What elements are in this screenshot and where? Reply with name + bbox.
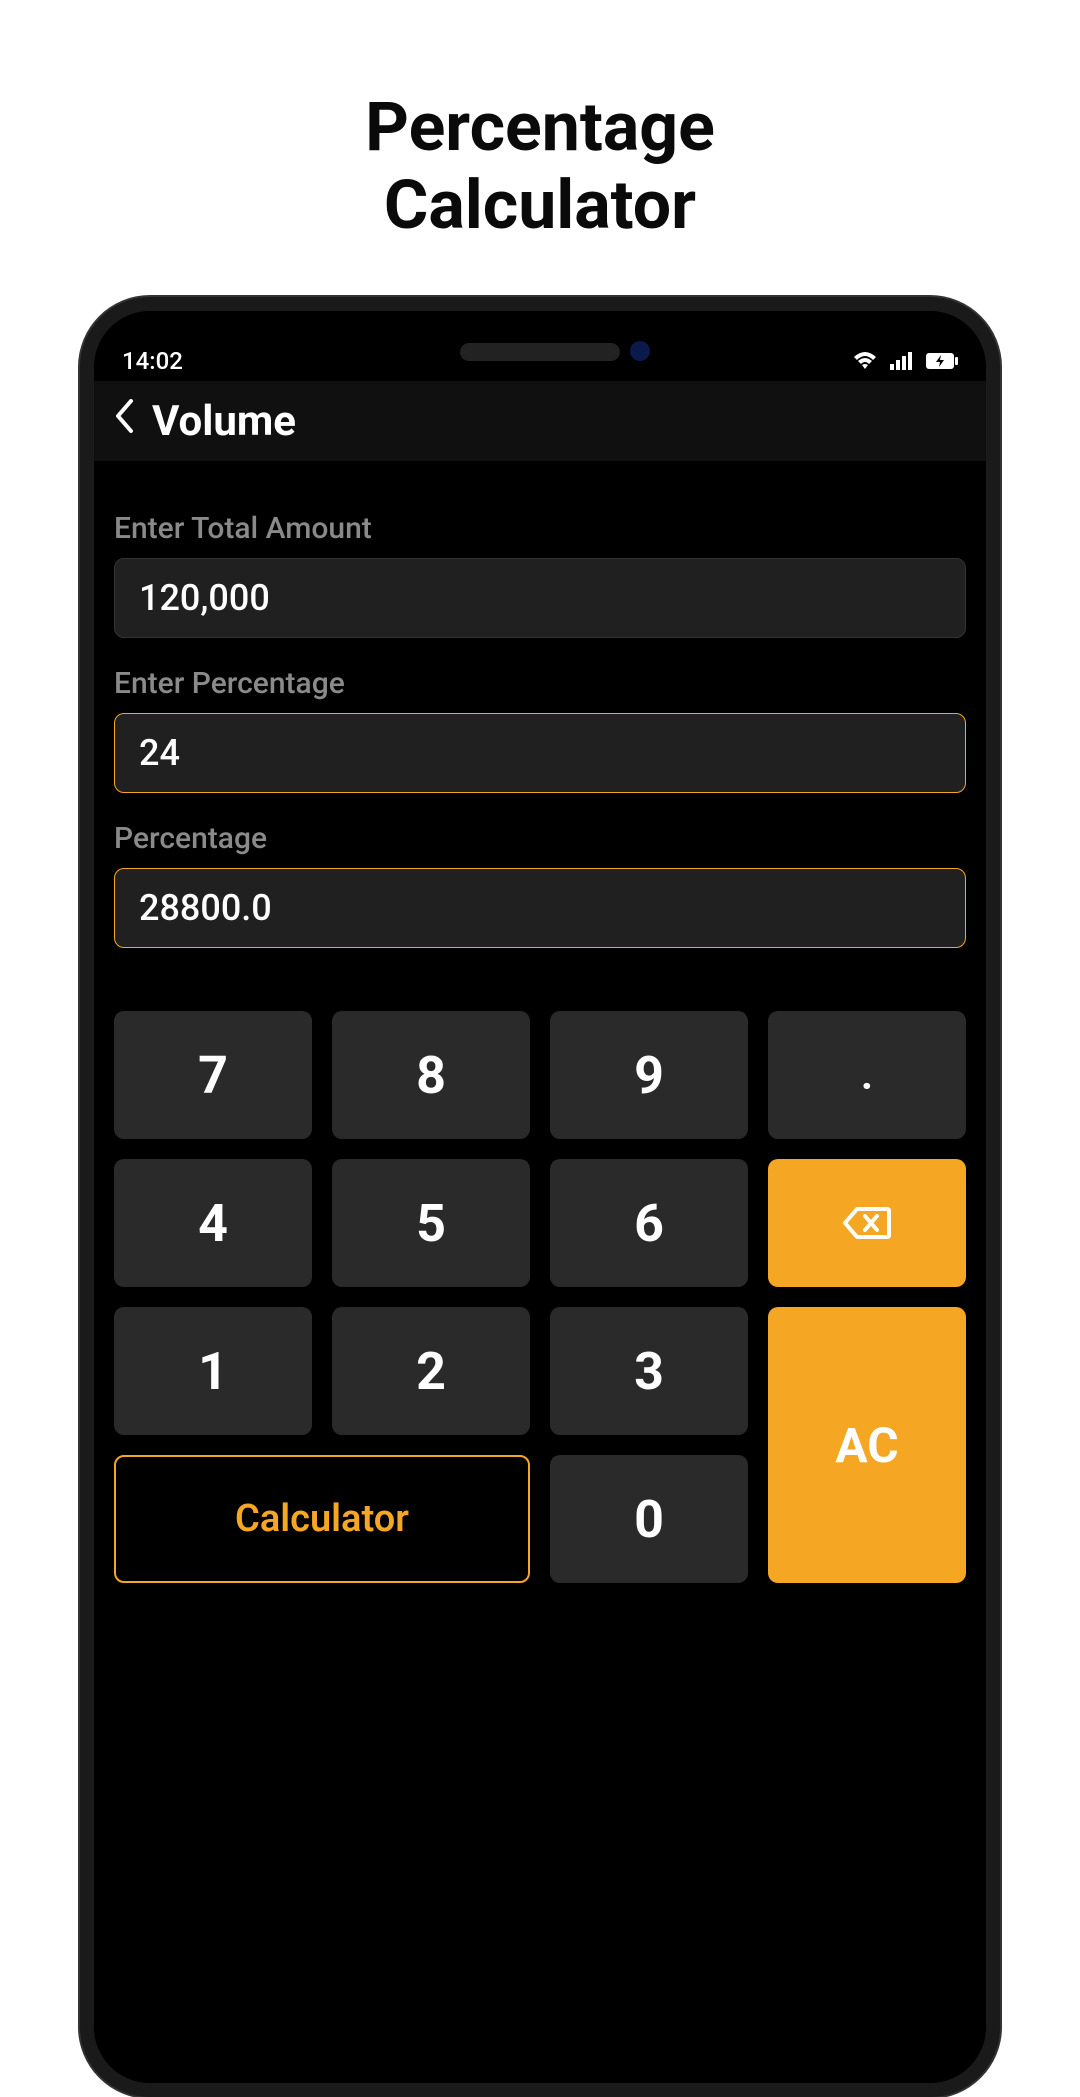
key-ac[interactable]: AC xyxy=(768,1307,966,1583)
status-icons xyxy=(852,351,958,371)
total-amount-label: Enter Total Amount xyxy=(114,511,966,546)
back-icon[interactable] xyxy=(114,399,134,443)
phone-screen: 14:02 Volume Enter Total Amount 120, xyxy=(94,311,986,2083)
key-calculator[interactable]: Calculator xyxy=(114,1455,530,1583)
key-9[interactable]: 9 xyxy=(550,1011,748,1139)
battery-icon xyxy=(926,353,958,369)
wifi-icon xyxy=(852,351,878,371)
page-title-line2: Calculator xyxy=(0,166,1080,244)
key-6[interactable]: 6 xyxy=(550,1159,748,1287)
key-2[interactable]: 2 xyxy=(332,1307,530,1435)
result-output: 28800.0 xyxy=(114,868,966,948)
header-title: Volume xyxy=(152,397,296,446)
key-4[interactable]: 4 xyxy=(114,1159,312,1287)
result-label: Percentage xyxy=(114,821,966,856)
status-bar: 14:02 xyxy=(94,341,986,381)
key-5[interactable]: 5 xyxy=(332,1159,530,1287)
page-title: Percentage Calculator xyxy=(0,88,1080,244)
backspace-icon xyxy=(843,1193,891,1254)
app-header: Volume xyxy=(94,381,986,461)
total-amount-input[interactable]: 120,000 xyxy=(114,558,966,638)
key-7[interactable]: 7 xyxy=(114,1011,312,1139)
phone-frame: 14:02 Volume Enter Total Amount 120, xyxy=(80,297,1000,2097)
key-backspace[interactable] xyxy=(768,1159,966,1287)
keypad: 7 8 9 . 4 5 6 1 2 3 AC Calculator 0 xyxy=(94,1011,986,1583)
key-3[interactable]: 3 xyxy=(550,1307,748,1435)
signal-icon xyxy=(890,352,914,370)
key-1[interactable]: 1 xyxy=(114,1307,312,1435)
content-area: Enter Total Amount 120,000 Enter Percent… xyxy=(94,511,986,948)
key-dot[interactable]: . xyxy=(768,1011,966,1139)
percentage-label: Enter Percentage xyxy=(114,666,966,701)
status-time: 14:02 xyxy=(122,347,183,375)
page-title-line1: Percentage xyxy=(0,88,1080,166)
percentage-input[interactable]: 24 xyxy=(114,713,966,793)
key-0[interactable]: 0 xyxy=(550,1455,748,1583)
key-8[interactable]: 8 xyxy=(332,1011,530,1139)
